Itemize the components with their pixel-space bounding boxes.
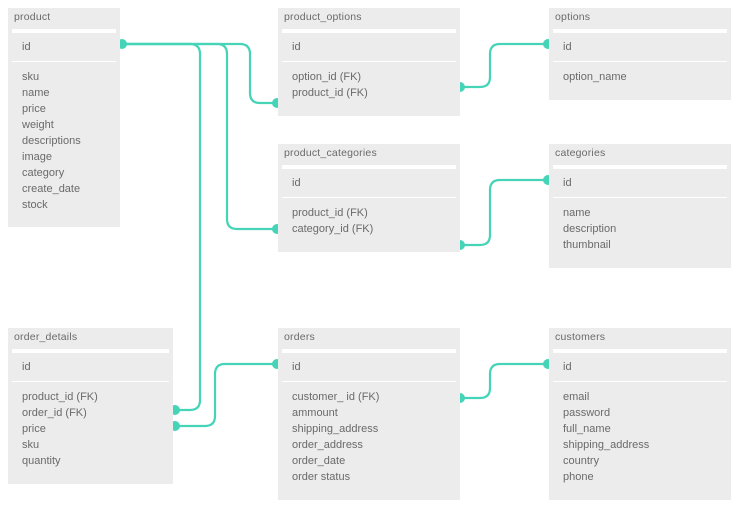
entity-title: order_details	[8, 328, 173, 349]
field: email	[563, 390, 717, 406]
pk-field: id	[12, 349, 169, 382]
field: order status	[292, 470, 446, 486]
field: name	[563, 206, 717, 222]
field: customer_ id (FK)	[292, 390, 446, 406]
field: option_name	[563, 70, 717, 86]
field: sku	[22, 70, 106, 86]
pk-field: id	[553, 165, 727, 198]
field: order_address	[292, 438, 446, 454]
field: category	[22, 166, 106, 182]
entity-product: product id skunamepriceweightdescription…	[8, 8, 120, 227]
pk-field: id	[553, 349, 727, 382]
field: product_id (FK)	[292, 86, 446, 102]
field: country	[563, 454, 717, 470]
field: weight	[22, 118, 106, 134]
field: ammount	[292, 406, 446, 422]
field: create_date	[22, 182, 106, 198]
entity-title: options	[549, 8, 731, 29]
field: category_id (FK)	[292, 222, 446, 238]
field: full_name	[563, 422, 717, 438]
field: price	[22, 422, 159, 438]
field: option_id (FK)	[292, 70, 446, 86]
entity-fields: option_id (FK)product_id (FK)	[282, 62, 456, 112]
entity-title: product	[8, 8, 120, 29]
entity-fields: product_id (FK)order_id (FK)priceskuquan…	[12, 382, 169, 480]
pk-field: id	[282, 165, 456, 198]
field: product_id (FK)	[22, 390, 159, 406]
field: descriptions	[22, 134, 106, 150]
entity-fields: namedescriptionthumbnail	[553, 198, 727, 264]
entity-categories: categories id namedescriptionthumbnail	[549, 144, 731, 268]
field: description	[563, 222, 717, 238]
entity-title: product_categories	[278, 144, 460, 165]
entity-title: product_options	[278, 8, 460, 29]
field: product_id (FK)	[292, 206, 446, 222]
field: order_id (FK)	[22, 406, 159, 422]
entity-fields: product_id (FK)category_id (FK)	[282, 198, 456, 248]
entity-title: orders	[278, 328, 460, 349]
field: shipping_address	[292, 422, 446, 438]
entity-options: options id option_name	[549, 8, 731, 100]
entity-product-options: product_options id option_id (FK)product…	[278, 8, 460, 116]
field: sku	[22, 438, 159, 454]
entity-fields: option_name	[553, 62, 727, 96]
entity-orders: orders id customer_ id (FK)ammountshippi…	[278, 328, 460, 500]
field: quantity	[22, 454, 159, 470]
pk-field: id	[12, 29, 116, 62]
field: phone	[563, 470, 717, 486]
field: thumbnail	[563, 238, 717, 254]
entity-title: categories	[549, 144, 731, 165]
field: image	[22, 150, 106, 166]
pk-field: id	[553, 29, 727, 62]
field: name	[22, 86, 106, 102]
field: price	[22, 102, 106, 118]
pk-field: id	[282, 349, 456, 382]
entity-order-details: order_details id product_id (FK)order_id…	[8, 328, 173, 484]
entity-fields: skunamepriceweightdescriptionsimagecateg…	[12, 62, 116, 223]
field: shipping_address	[563, 438, 717, 454]
field: order_date	[292, 454, 446, 470]
field: stock	[22, 198, 106, 214]
entity-title: customers	[549, 328, 731, 349]
entity-fields: emailpasswordfull_nameshipping_addressco…	[553, 382, 727, 496]
field: password	[563, 406, 717, 422]
entity-fields: customer_ id (FK)ammountshipping_address…	[282, 382, 456, 496]
pk-field: id	[282, 29, 456, 62]
entity-product-categories: product_categories id product_id (FK)cat…	[278, 144, 460, 252]
entity-customers: customers id emailpasswordfull_nameshipp…	[549, 328, 731, 500]
